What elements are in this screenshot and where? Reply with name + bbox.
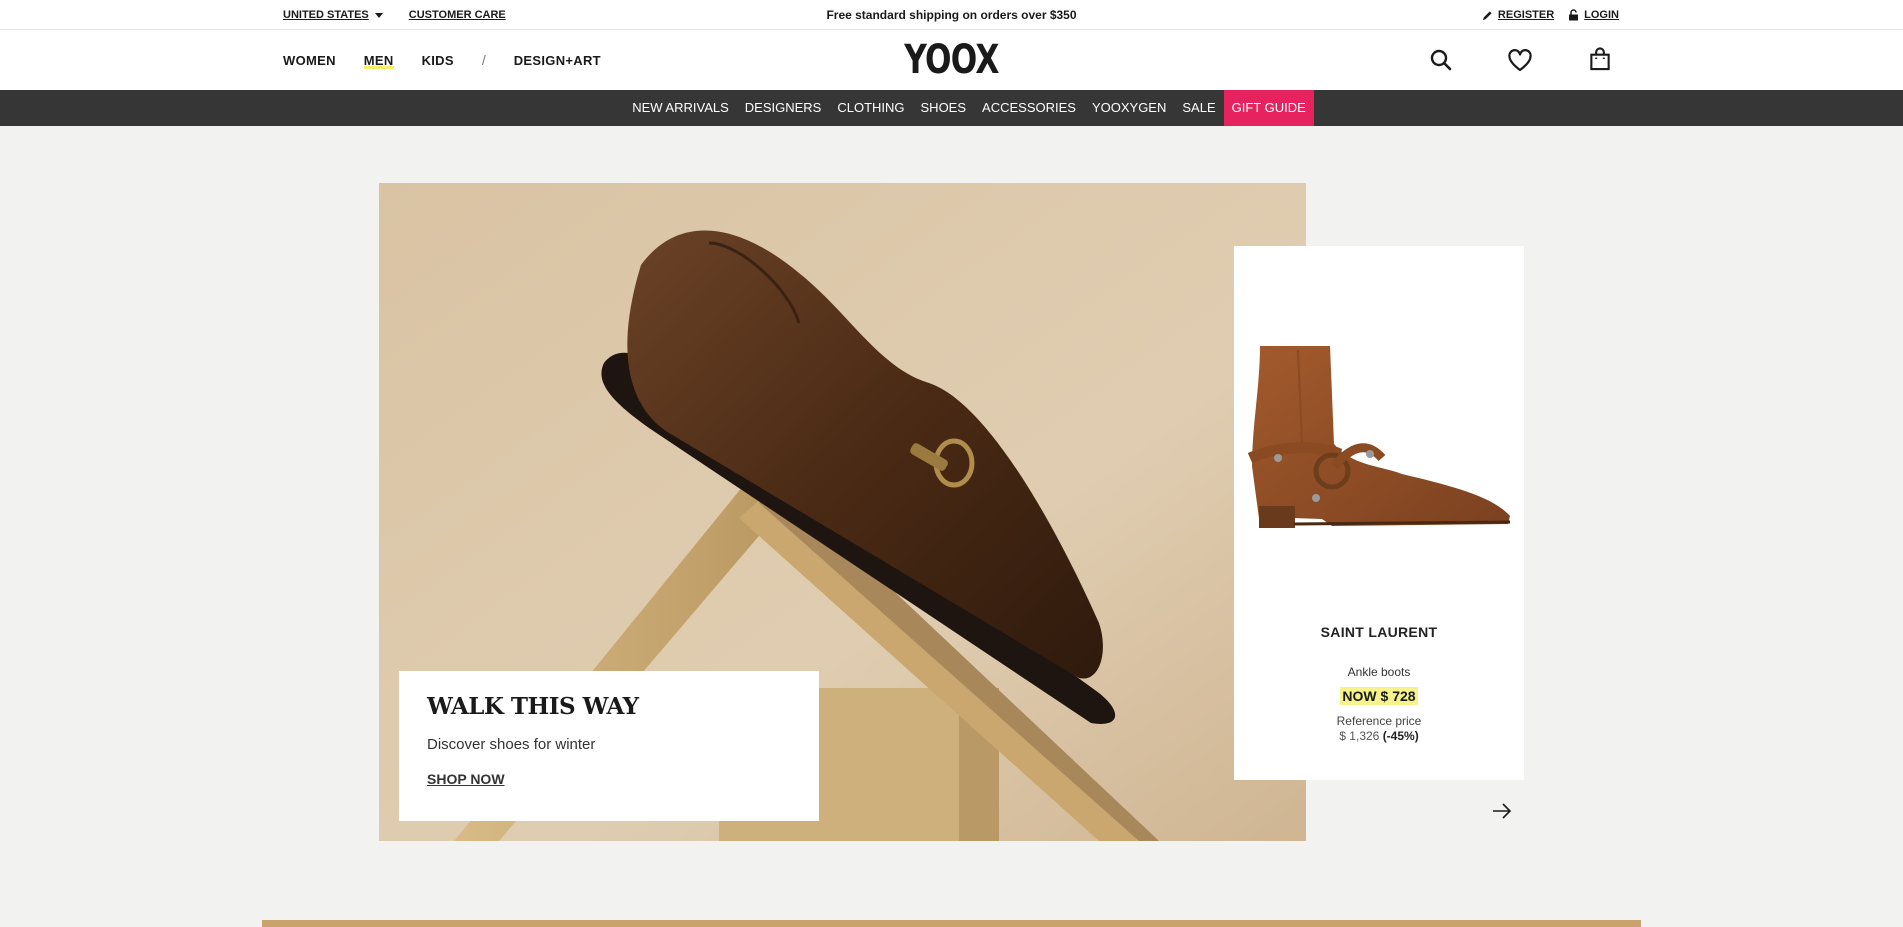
gender-kids[interactable]: KIDS xyxy=(422,53,454,68)
cat-new-arrivals[interactable]: NEW ARRIVALS xyxy=(624,90,737,126)
nav-separator: / xyxy=(481,52,486,68)
country-selector[interactable]: UNITED STATES xyxy=(283,9,383,21)
next-banner-image xyxy=(262,920,1641,927)
search-icon[interactable] xyxy=(1429,48,1453,72)
reference-price-label: Reference price xyxy=(1336,714,1422,728)
customer-care-link[interactable]: CUSTOMER CARE xyxy=(409,9,506,21)
product-brand: SAINT LAURENT xyxy=(1320,624,1438,640)
cat-yooxygen[interactable]: YOOXYGEN xyxy=(1084,90,1174,126)
category-items: NEW ARRIVALS DESIGNERS CLOTHING SHOES AC… xyxy=(624,90,1314,126)
product-image xyxy=(1247,346,1511,528)
arrow-right-icon[interactable] xyxy=(1491,802,1513,820)
logo[interactable]: YOOX xyxy=(904,37,999,83)
gender-nav: WOMEN MEN KIDS / DESIGN+ART xyxy=(283,30,601,90)
discount-percent: (-45%) xyxy=(1382,729,1419,743)
login-link[interactable]: LOGIN xyxy=(1568,9,1619,21)
cat-accessories[interactable]: ACCESSORIES xyxy=(974,90,1084,126)
cat-clothing[interactable]: CLOTHING xyxy=(829,90,912,126)
gender-design-art[interactable]: DESIGN+ART xyxy=(514,53,601,68)
utility-left: UNITED STATES CUSTOMER CARE xyxy=(283,0,506,30)
product-type: Ankle boots xyxy=(1347,665,1411,679)
reference-price-line: $ 1,326 (-45%) xyxy=(1234,729,1524,743)
shopping-bag-icon[interactable] xyxy=(1588,47,1612,71)
cat-designers[interactable]: DESIGNERS xyxy=(737,90,830,126)
main-header: WOMEN MEN KIDS / DESIGN+ART YOOX xyxy=(0,30,1903,90)
hero-subtitle: Discover shoes for winter xyxy=(427,736,596,753)
hero-banner[interactable]: WALK THIS WAY Discover shoes for winter … xyxy=(379,183,1306,841)
cat-sale[interactable]: SALE xyxy=(1174,90,1223,126)
hero-title: WALK THIS WAY xyxy=(427,693,639,720)
caret-down-icon xyxy=(374,12,383,18)
category-nav: NEW ARRIVALS DESIGNERS CLOTHING SHOES AC… xyxy=(0,90,1903,126)
shop-now-link[interactable]: SHOP NOW xyxy=(427,771,505,787)
lock-icon xyxy=(1569,9,1579,21)
cat-gift-guide[interactable]: GIFT GUIDE xyxy=(1223,90,1314,126)
country-label: UNITED STATES xyxy=(283,9,369,21)
login-label: LOGIN xyxy=(1584,9,1619,21)
pencil-icon xyxy=(1482,10,1492,20)
register-link[interactable]: REGISTER xyxy=(1482,9,1554,21)
heart-icon[interactable] xyxy=(1508,49,1532,73)
cat-shoes[interactable]: SHOES xyxy=(913,90,975,126)
gender-men[interactable]: MEN xyxy=(363,53,394,69)
product-card[interactable]: SAINT LAURENT Ankle boots NOW $ 728 Refe… xyxy=(1234,246,1524,780)
gender-women[interactable]: WOMEN xyxy=(283,53,336,68)
hero-card: WALK THIS WAY Discover shoes for winter … xyxy=(399,671,819,821)
register-label: REGISTER xyxy=(1497,9,1555,21)
price-now-wrap: NOW $ 728 xyxy=(1234,687,1524,706)
reference-price: $ 1,326 xyxy=(1339,729,1380,743)
price-now: NOW $ 728 xyxy=(1340,687,1418,705)
utility-right: REGISTER LOGIN xyxy=(1482,0,1619,30)
utility-bar: UNITED STATES CUSTOMER CARE Free standar… xyxy=(0,0,1903,30)
